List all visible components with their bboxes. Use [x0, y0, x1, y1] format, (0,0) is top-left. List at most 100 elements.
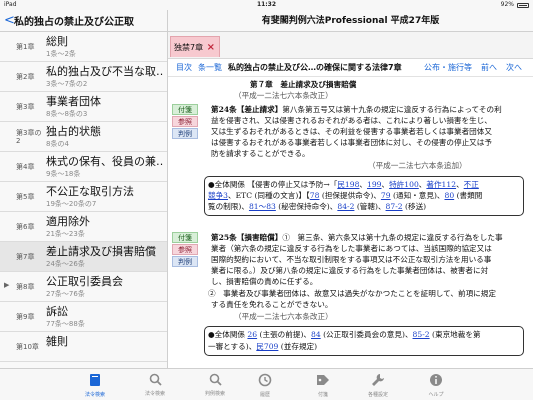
reference-link[interactable]: 79	[381, 191, 391, 200]
article-text: 業者（第六条の規定に違反する行為をした事業者にあつては、当該国際的協定又は	[211, 244, 492, 253]
reference-text: 覧の制限)、	[208, 202, 249, 211]
chapter-item[interactable]: 第4章 株式の保有、役員の兼… 9条～18条	[0, 152, 167, 182]
chapter-range: 27条～76条	[46, 290, 85, 298]
reference-link[interactable]: 特許100	[389, 180, 419, 189]
tab-law-search[interactable]: 法令検索	[122, 369, 188, 400]
battery-indicator: 92%	[501, 0, 529, 10]
reference-link[interactable]: 85-2	[413, 330, 430, 339]
article-caption: 【差止請求】	[236, 105, 283, 114]
tab-document[interactable]: 独禁7章 ×	[170, 36, 220, 57]
chapter-sidebar: < 私的独占の禁止及び公正取 第1章 総則 1条～2条 第2章 私的独占及び不当な取……	[0, 10, 168, 368]
chapter-range: 3条～7条の2	[46, 80, 88, 88]
reference-link[interactable]: 84-2	[337, 202, 354, 211]
case-law-button[interactable]: 判例	[172, 256, 198, 267]
reference-line: ●全体関係 【侵害の停止又は予防→「民198、199、特許100、著作112、不…	[208, 180, 479, 189]
chapter-heading: 第７章 差止請求及び損害賠償	[250, 80, 357, 89]
reference-link[interactable]: 87-2	[386, 202, 403, 211]
article-text: は侵害するおそれがある事業者若しくは事業者団体に対し、その侵害の停止又は予	[211, 138, 492, 147]
close-icon[interactable]: ×	[207, 37, 215, 58]
chapter-number: 第7章	[16, 253, 35, 261]
article-text: ② 事業者及び事業者団体は、故意又は過失がなかつたことを証明して、前項に規定	[208, 289, 496, 298]
chapter-name: 株式の保有、役員の兼…	[46, 155, 164, 168]
reference-line: 覧の制限)、81～83 (秘密保持命令)、84-2 (管轄)、87-2 (移送)	[208, 201, 426, 212]
reference-text: 一審とする)、	[208, 342, 257, 351]
article-24-line: 第24条【差止請求】第八条第五号又は第十九条の規定に違反する行為によってその利	[211, 104, 502, 115]
sticky-note-button[interactable]: 付箋	[172, 104, 198, 115]
case-law-button[interactable]: 判例	[172, 128, 198, 139]
chapter-item[interactable]: 第3章 事業者団体 8条～8条の3	[0, 92, 167, 122]
reference-link[interactable]: 80	[445, 191, 455, 200]
tab-settings[interactable]: 各種設定	[345, 369, 411, 400]
reference-line: 競争3、ETC (同種の文言)】【78 (担保提供命令)、79 (通知・意見)、…	[208, 191, 483, 200]
expand-arrow-icon[interactable]: ▶	[4, 281, 9, 289]
reference-link[interactable]: 84	[311, 330, 321, 339]
tab-label: ヘルプ	[428, 392, 444, 398]
reference-link[interactable]: 78	[310, 191, 320, 200]
tab-law-list[interactable]: 法令検索	[62, 369, 128, 400]
tab-label: 履歴	[259, 392, 270, 398]
reference-link[interactable]: 民198	[337, 180, 359, 189]
reference-text: (管轄)、	[354, 202, 386, 211]
search-icon	[149, 373, 162, 386]
chapter-item[interactable]: 第9章 訴訟 77条～88条	[0, 302, 167, 332]
reference-text: 、ETC (同種の文言)】	[228, 191, 306, 200]
history-icon	[258, 373, 272, 387]
sidebar-header: < 私的独占の禁止及び公正取	[0, 10, 167, 32]
article-text: ① 第三条、第六条又は第十九条の規定に違反する行為をした事	[282, 233, 503, 242]
prev-link[interactable]: 前へ	[481, 59, 497, 77]
reference-text: (主張の前提)、	[257, 330, 312, 339]
chapter-name: 訴訟	[46, 305, 68, 318]
reference-link[interactable]: 著作112	[426, 180, 456, 189]
chapter-item[interactable]: 第2章 私的独占及び不当な取… 3条～7条の2	[0, 62, 167, 92]
chapter-range: 1条～2条	[46, 50, 76, 58]
chapter-name: 総則	[46, 35, 68, 48]
reference-link[interactable]: 26	[247, 330, 257, 339]
chapter-range: 8条～8条の3	[46, 110, 88, 118]
promulgation-link[interactable]: 公布・施行等	[424, 59, 472, 77]
tab-history[interactable]: 履歴	[232, 369, 298, 400]
clock: 11:32	[256, 1, 277, 8]
reference-link[interactable]: 81～83	[249, 202, 276, 211]
tag-icon	[317, 375, 329, 385]
amend-note: （平成一二法七六本条追加）	[368, 161, 467, 170]
reference-line: ●全体関係 26 (主張の前提)、84 (公正取引委員会の意見)、85-2 (東…	[208, 329, 481, 340]
reference-button[interactable]: 参照	[172, 116, 198, 127]
chapter-range: 19条～20条の7	[46, 200, 97, 208]
article-list-link[interactable]: 条一覧	[198, 59, 222, 77]
reference-text: (書類閲	[454, 191, 483, 200]
sticky-note-button[interactable]: 付箋	[172, 232, 198, 243]
reference-text: (担保提供命令)、	[319, 191, 381, 200]
contents-link[interactable]: 目次	[176, 59, 192, 77]
reference-link[interactable]: 競争3	[208, 191, 228, 200]
reference-link[interactable]: 199	[367, 180, 382, 189]
chapter-item[interactable]: 第10章 雑則	[0, 332, 167, 362]
tab-help[interactable]: ヘルプ	[403, 369, 469, 400]
tab-label: 法令検索	[84, 392, 105, 398]
article-text: 防を請求することができる。	[211, 149, 310, 158]
chapter-name: 事業者団体	[46, 95, 101, 108]
chapter-number: 第3章の2	[16, 129, 42, 145]
chapter-item[interactable]: 第6章 適用除外 21条～23条	[0, 212, 167, 242]
battery-percent: 92%	[500, 1, 514, 8]
back-chevron-icon[interactable]: <	[4, 13, 15, 28]
chapter-item[interactable]: ▶ 第8章 公正取引委員会 27条～76条	[0, 272, 167, 302]
chapter-item[interactable]: 第3章の2 独占的状態 8条の4	[0, 122, 167, 152]
chapter-range: 9条～18条	[46, 170, 81, 178]
reference-text: (通知・意見)、	[390, 191, 445, 200]
next-link[interactable]: 次へ	[506, 59, 522, 77]
info-icon	[430, 374, 442, 386]
reference-text: (移送)	[402, 202, 427, 211]
reference-link[interactable]: 不正	[464, 180, 479, 189]
chapter-item[interactable]: 第1章 総則 1条～2条	[0, 32, 167, 62]
search-icon	[209, 373, 222, 386]
reference-button[interactable]: 参照	[172, 244, 198, 255]
chapter-item[interactable]: 第5章 不公正な取引方法 19条～20条の7	[0, 182, 167, 212]
chapter-item-selected[interactable]: 第7章 差止請求及び損害賠償 24条～26条	[0, 242, 167, 272]
article-text: し、損害賠償の責めに任ずる。	[211, 277, 318, 286]
article-25-line: 第25条【損害賠償】① 第三条、第六条又は第十九条の規定に違反する行為をした事	[211, 232, 503, 243]
article-text: 益を侵害され、又は侵害されるおそれがある者は、これにより著しい損害を生じ、	[211, 116, 492, 125]
reference-link[interactable]: 民709	[256, 342, 278, 351]
amend-note: （平成一二法七六本条改正）	[234, 91, 333, 100]
reference-text: ●全体関係	[208, 330, 248, 339]
chapter-number: 第4章	[16, 163, 35, 171]
